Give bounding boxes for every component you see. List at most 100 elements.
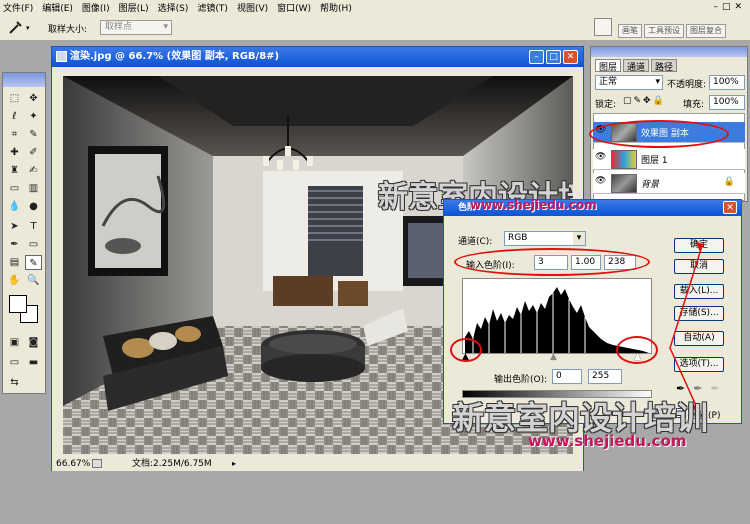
screen-mode-full-icon[interactable]: ▬ [25, 355, 42, 370]
tab-layer-comps[interactable]: 图层复合 [686, 24, 726, 38]
lock-label: 锁定: [595, 100, 617, 110]
crop-tool-icon[interactable]: ⌗ [6, 127, 23, 142]
output-levels-label: 输出色阶(O): [494, 375, 548, 385]
lasso-tool-icon[interactable]: ℓ [6, 109, 23, 124]
close-icon[interactable]: ✕ [563, 50, 578, 64]
document-icon [56, 51, 67, 62]
clone-stamp-icon[interactable]: ♜ [6, 163, 23, 178]
layer-name: 图层 1 [641, 156, 668, 166]
svg-text:▾: ▾ [26, 24, 30, 32]
annotation-ring-layer [589, 120, 729, 148]
layer-thumbnail [611, 150, 637, 169]
type-tool-icon[interactable]: T [25, 219, 42, 234]
status-menu-icon[interactable] [92, 459, 102, 468]
fill-input[interactable]: 100% [709, 95, 745, 110]
history-brush-icon[interactable]: ✍ [25, 163, 42, 178]
path-selection-icon[interactable]: ➤ [6, 219, 23, 234]
channel-label: 通道(C): [458, 237, 493, 247]
levels-close-icon[interactable]: ✕ [723, 201, 737, 214]
lock-icons[interactable]: ▢✎✥🔒 [623, 96, 666, 106]
status-arrow-icon[interactable]: ▸ [232, 457, 236, 471]
maximize-icon[interactable]: □ [546, 50, 561, 64]
gradient-tool-icon[interactable]: ▥ [25, 181, 42, 196]
layers-panel: 图层 通道 路径 正常 ▾ 不透明度: 100% 锁定: ▢✎✥🔒 填充: 10… [589, 46, 748, 202]
layers-panel-tabs: 图层 通道 路径 [595, 59, 678, 73]
window-controls[interactable]: –□✕ [713, 2, 746, 12]
eraser-tool-icon[interactable]: ▭ [6, 181, 23, 196]
magic-wand-icon[interactable]: ✦ [25, 109, 42, 124]
menu-filter[interactable]: 滤镜(T) [197, 1, 228, 14]
brush-tool-icon[interactable]: ✐ [25, 145, 42, 160]
pen-tool-icon[interactable]: ✒ [6, 237, 23, 252]
toolbox: ⬚ ✥ ℓ ✦ ⌗ ✎ ✚ ✐ ♜ ✍ ▭ ▥ 💧 ● ➤ T ✒ ▭ ▤ ✎ … [2, 72, 46, 394]
menu-edit[interactable]: 编辑(E) [42, 1, 73, 14]
menu-file[interactable]: 文件(F) [3, 1, 33, 14]
options-bar: ▾ 取样大小: 取样点 ▾ 画笔 工具预设 图层复合 [0, 14, 750, 41]
palette-well-icon[interactable] [594, 18, 612, 36]
image-window-titlebar[interactable]: 渲染.jpg @ 66.7% (效果图 副本, RGB/8#) [52, 47, 583, 67]
menu-window[interactable]: 窗口(W) [277, 1, 311, 14]
opacity-value: 100% [713, 77, 739, 87]
annotation-ring-input [454, 248, 650, 276]
zoom-tool-icon[interactable]: 🔍 [25, 273, 42, 288]
sample-size-select[interactable]: 取样点 ▾ [100, 20, 172, 35]
quickmask-mode-icon[interactable]: ◙ [25, 335, 42, 350]
layer-row-background[interactable]: 👁 背景 🔒 [593, 173, 745, 194]
toolbox-header[interactable] [3, 73, 45, 87]
marquee-tool-icon[interactable]: ⬚ [6, 91, 23, 106]
notes-tool-icon[interactable]: ▤ [6, 255, 23, 270]
opacity-label: 不透明度: [667, 80, 707, 90]
menu-view[interactable]: 视图(V) [237, 1, 268, 14]
opacity-input[interactable]: 100% [709, 75, 745, 90]
blend-mode-value: 正常 [599, 77, 618, 87]
blur-tool-icon[interactable]: 💧 [6, 199, 23, 214]
hand-tool-icon[interactable]: ✋ [6, 273, 23, 288]
watermark-url-top: www.shejiedu.com [470, 198, 597, 212]
layer-row-layer1[interactable]: 👁 图层 1 [593, 149, 745, 170]
image-status-bar: 66.67% 文档:2.25M/6.75M ▸ [52, 457, 583, 471]
dodge-tool-icon[interactable]: ● [25, 199, 42, 214]
layers-panel-header[interactable] [591, 47, 747, 57]
tab-paths[interactable]: 路径 [651, 59, 678, 73]
menu-image[interactable]: 图像(I) [82, 1, 110, 14]
palette-well-tabs: 画笔 工具预设 图层复合 [618, 24, 726, 38]
standard-mode-icon[interactable]: ▣ [6, 335, 23, 350]
zoom-level[interactable]: 66.67% [56, 457, 90, 471]
visibility-eye-icon[interactable]: 👁 [595, 176, 607, 190]
gamma-slider-icon[interactable]: ▲ [550, 352, 557, 362]
annotation-ring-black-point [450, 338, 482, 362]
fill-value: 100% [713, 97, 739, 107]
eyedropper-tool-preset[interactable]: ▾ [6, 19, 36, 35]
visibility-eye-icon[interactable]: 👁 [595, 152, 607, 166]
tab-channels[interactable]: 通道 [623, 59, 650, 73]
layer-name: 背景 [641, 180, 660, 190]
menu-bar: 文件(F) 编辑(E) 图像(I) 图层(L) 选择(S) 滤镜(T) 视图(V… [0, 0, 750, 14]
channel-value: RGB [508, 233, 528, 243]
menu-layer[interactable]: 图层(L) [119, 1, 149, 14]
layer-lock-icon: 🔒 [723, 177, 735, 187]
screen-mode-standard-icon[interactable]: ▭ [6, 355, 23, 370]
watermark-url-bottom: www.shejiedu.com [528, 432, 687, 450]
menu-help[interactable]: 帮助(H) [320, 1, 352, 14]
menu-select[interactable]: 选择(S) [158, 1, 189, 14]
sample-size-value: 取样点 [105, 22, 133, 32]
output-white-field[interactable]: 255 [588, 369, 622, 384]
channel-select[interactable]: RGB ▾ [504, 231, 586, 246]
minimize-icon[interactable]: – [529, 50, 544, 64]
document-size: 文档:2.25M/6.75M [132, 459, 212, 469]
blend-mode-select[interactable]: 正常 ▾ [595, 75, 663, 90]
tab-layers[interactable]: 图层 [595, 59, 622, 73]
tab-tool-presets[interactable]: 工具预设 [644, 24, 684, 38]
eyedropper-tool-icon[interactable]: ✎ [25, 255, 42, 270]
healing-brush-icon[interactable]: ✚ [6, 145, 23, 160]
move-tool-icon[interactable]: ✥ [25, 91, 42, 106]
tab-brushes[interactable]: 画笔 [618, 24, 642, 38]
shape-tool-icon[interactable]: ▭ [25, 237, 42, 252]
foreground-color-swatch[interactable] [9, 295, 27, 313]
slice-tool-icon[interactable]: ✎ [25, 127, 42, 142]
jump-to-imageready-icon[interactable]: ⇆ [6, 375, 23, 390]
output-black-value: 0 [556, 371, 562, 381]
fill-label: 填充: [683, 100, 705, 110]
sample-size-label: 取样大小: [48, 25, 88, 35]
output-black-field[interactable]: 0 [552, 369, 582, 384]
